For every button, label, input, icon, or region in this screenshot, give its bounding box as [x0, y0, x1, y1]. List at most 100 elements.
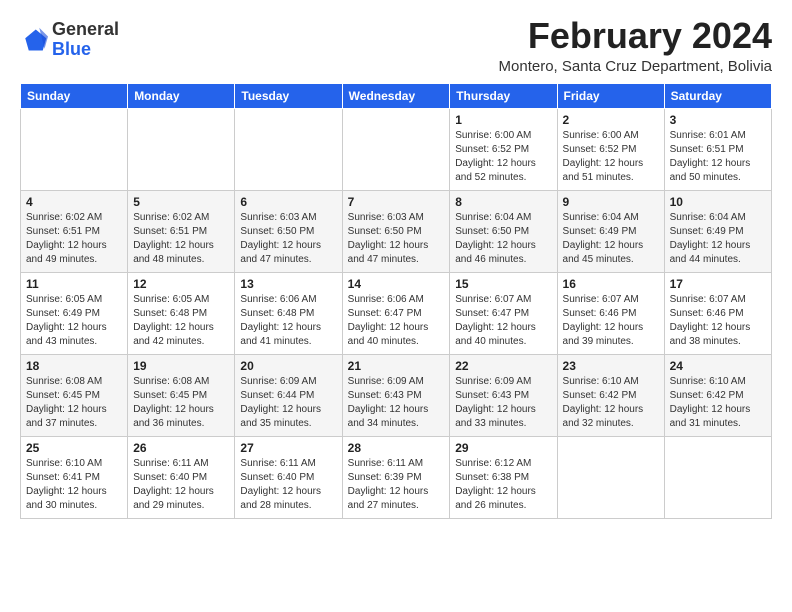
table-cell [664, 436, 771, 518]
day-number: 14 [348, 277, 445, 291]
table-cell [128, 108, 235, 190]
table-cell: 11 Sunrise: 6:05 AM Sunset: 6:49 PM Dayli… [21, 272, 128, 354]
table-cell: 25 Sunrise: 6:10 AM Sunset: 6:41 PM Dayli… [21, 436, 128, 518]
page-container: General Blue February 2024 Montero, Sant… [0, 0, 792, 529]
logo-line1: General [52, 20, 119, 40]
day-info: Sunrise: 6:10 AM Sunset: 6:42 PM Dayligh… [563, 375, 659, 431]
day-number: 2 [563, 113, 659, 127]
day-number: 6 [240, 195, 336, 209]
table-cell: 17 Sunrise: 6:07 AM Sunset: 6:46 PM Dayli… [664, 272, 771, 354]
day-info: Sunrise: 6:06 AM Sunset: 6:48 PM Dayligh… [240, 293, 336, 349]
day-number: 3 [670, 113, 766, 127]
day-info: Sunrise: 6:04 AM Sunset: 6:50 PM Dayligh… [455, 211, 551, 267]
day-info: Sunrise: 6:09 AM Sunset: 6:44 PM Dayligh… [240, 375, 336, 431]
day-number: 27 [240, 441, 336, 455]
table-cell: 9 Sunrise: 6:04 AM Sunset: 6:49 PM Daylig… [557, 190, 664, 272]
day-info: Sunrise: 6:07 AM Sunset: 6:47 PM Dayligh… [455, 293, 551, 349]
day-info: Sunrise: 6:11 AM Sunset: 6:39 PM Dayligh… [348, 457, 445, 513]
table-cell: 21Sunrise: 6:09 AM Sunset: 6:43 PM Dayli… [342, 354, 450, 436]
table-cell: 2 Sunrise: 6:00 AM Sunset: 6:52 PM Daylig… [557, 108, 664, 190]
week-row-2: 4 Sunrise: 6:02 AM Sunset: 6:51 PM Daylig… [21, 190, 772, 272]
day-info: Sunrise: 6:10 AM Sunset: 6:42 PM Dayligh… [670, 375, 766, 431]
day-number: 17 [670, 277, 766, 291]
day-info: Sunrise: 6:09 AM Sunset: 6:43 PM Dayligh… [455, 375, 551, 431]
table-cell: 22 Sunrise: 6:09 AM Sunset: 6:43 PM Dayli… [450, 354, 557, 436]
header-wednesday: Wednesday [342, 83, 450, 108]
table-cell [21, 108, 128, 190]
day-number: 15 [455, 277, 551, 291]
day-number: 7 [348, 195, 445, 209]
day-info: Sunrise: 6:06 AM Sunset: 6:47 PM Dayligh… [348, 293, 445, 349]
week-row-1: 1 Sunrise: 6:00 AM Sunset: 6:52 PM Daylig… [21, 108, 772, 190]
weekday-header-row: Sunday Monday Tuesday Wednesday Thursday… [21, 83, 772, 108]
table-cell: 12 Sunrise: 6:05 AM Sunset: 6:48 PM Dayli… [128, 272, 235, 354]
location-subtitle: Montero, Santa Cruz Department, Bolivia [499, 58, 772, 75]
day-number: 4 [26, 195, 122, 209]
day-number: 8 [455, 195, 551, 209]
table-cell: 20 Sunrise: 6:09 AM Sunset: 6:44 PM Dayli… [235, 354, 342, 436]
table-cell: 16 Sunrise: 6:07 AM Sunset: 6:46 PM Dayli… [557, 272, 664, 354]
table-cell: 1 Sunrise: 6:00 AM Sunset: 6:52 PM Daylig… [450, 108, 557, 190]
day-number: 10 [670, 195, 766, 209]
table-cell: 5 Sunrise: 6:02 AM Sunset: 6:51 PM Daylig… [128, 190, 235, 272]
table-cell: 15 Sunrise: 6:07 AM Sunset: 6:47 PM Dayli… [450, 272, 557, 354]
calendar-table: Sunday Monday Tuesday Wednesday Thursday… [20, 83, 772, 519]
table-cell: 23 Sunrise: 6:10 AM Sunset: 6:42 PM Dayli… [557, 354, 664, 436]
day-number: 26 [133, 441, 229, 455]
day-info: Sunrise: 6:08 AM Sunset: 6:45 PM Dayligh… [133, 375, 229, 431]
table-cell: 4 Sunrise: 6:02 AM Sunset: 6:51 PM Daylig… [21, 190, 128, 272]
day-info: Sunrise: 6:03 AM Sunset: 6:50 PM Dayligh… [240, 211, 336, 267]
calendar-header: Sunday Monday Tuesday Wednesday Thursday… [21, 83, 772, 108]
day-number: 21 [348, 359, 445, 373]
day-number: 19 [133, 359, 229, 373]
header-friday: Friday [557, 83, 664, 108]
day-number: 25 [26, 441, 122, 455]
day-info: Sunrise: 6:00 AM Sunset: 6:52 PM Dayligh… [455, 129, 551, 185]
day-number: 12 [133, 277, 229, 291]
table-cell: 27Sunrise: 6:11 AM Sunset: 6:40 PM Dayli… [235, 436, 342, 518]
day-number: 23 [563, 359, 659, 373]
day-number: 29 [455, 441, 551, 455]
day-number: 1 [455, 113, 551, 127]
day-number: 16 [563, 277, 659, 291]
title-block: February 2024 Montero, Santa Cruz Depart… [499, 16, 772, 75]
day-number: 9 [563, 195, 659, 209]
day-info: Sunrise: 6:12 AM Sunset: 6:38 PM Dayligh… [455, 457, 551, 513]
week-row-4: 18Sunrise: 6:08 AM Sunset: 6:45 PM Dayli… [21, 354, 772, 436]
day-number: 5 [133, 195, 229, 209]
day-info: Sunrise: 6:00 AM Sunset: 6:52 PM Dayligh… [563, 129, 659, 185]
day-info: Sunrise: 6:02 AM Sunset: 6:51 PM Dayligh… [133, 211, 229, 267]
header-monday: Monday [128, 83, 235, 108]
week-row-5: 25 Sunrise: 6:10 AM Sunset: 6:41 PM Dayli… [21, 436, 772, 518]
day-info: Sunrise: 6:02 AM Sunset: 6:51 PM Dayligh… [26, 211, 122, 267]
table-cell: 29 Sunrise: 6:12 AM Sunset: 6:38 PM Dayli… [450, 436, 557, 518]
table-cell: 3Sunrise: 6:01 AM Sunset: 6:51 PM Daylig… [664, 108, 771, 190]
day-info: Sunrise: 6:07 AM Sunset: 6:46 PM Dayligh… [670, 293, 766, 349]
day-info: Sunrise: 6:05 AM Sunset: 6:48 PM Dayligh… [133, 293, 229, 349]
day-info: Sunrise: 6:11 AM Sunset: 6:40 PM Dayligh… [133, 457, 229, 513]
day-number: 11 [26, 277, 122, 291]
day-info: Sunrise: 6:10 AM Sunset: 6:41 PM Dayligh… [26, 457, 122, 513]
header-thursday: Thursday [450, 83, 557, 108]
day-info: Sunrise: 6:04 AM Sunset: 6:49 PM Dayligh… [563, 211, 659, 267]
table-cell [557, 436, 664, 518]
table-cell: 8 Sunrise: 6:04 AM Sunset: 6:50 PM Daylig… [450, 190, 557, 272]
day-info: Sunrise: 6:04 AM Sunset: 6:49 PM Dayligh… [670, 211, 766, 267]
header-row: General Blue February 2024 Montero, Sant… [20, 16, 772, 75]
day-number: 22 [455, 359, 551, 373]
day-number: 28 [348, 441, 445, 455]
table-cell: 28 Sunrise: 6:11 AM Sunset: 6:39 PM Dayli… [342, 436, 450, 518]
table-cell: 10 Sunrise: 6:04 AM Sunset: 6:49 PM Dayli… [664, 190, 771, 272]
header-saturday: Saturday [664, 83, 771, 108]
day-info: Sunrise: 6:07 AM Sunset: 6:46 PM Dayligh… [563, 293, 659, 349]
table-cell: 6 Sunrise: 6:03 AM Sunset: 6:50 PM Daylig… [235, 190, 342, 272]
day-info: Sunrise: 6:05 AM Sunset: 6:49 PM Dayligh… [26, 293, 122, 349]
day-info: Sunrise: 6:03 AM Sunset: 6:50 PM Dayligh… [348, 211, 445, 267]
table-cell [235, 108, 342, 190]
day-number: 13 [240, 277, 336, 291]
header-sunday: Sunday [21, 83, 128, 108]
logo-icon [20, 26, 48, 54]
logo-line2: Blue [52, 40, 119, 60]
day-number: 20 [240, 359, 336, 373]
table-cell: 7 Sunrise: 6:03 AM Sunset: 6:50 PM Daylig… [342, 190, 450, 272]
